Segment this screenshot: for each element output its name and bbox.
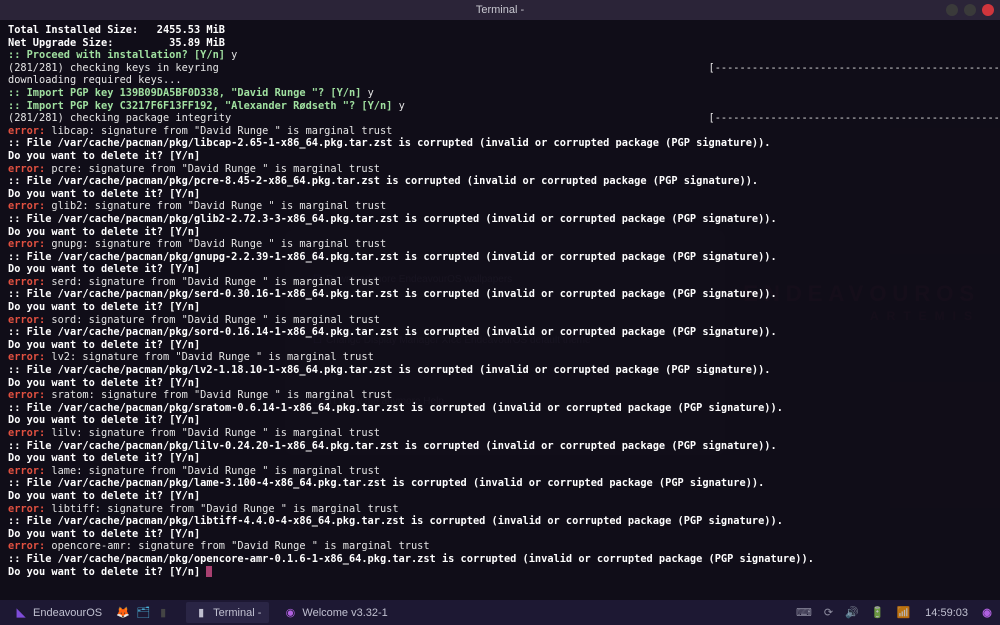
maximize-button[interactable] <box>964 4 976 16</box>
window-title: Terminal - <box>476 4 524 16</box>
updates-icon[interactable]: ⟳ <box>821 606 836 619</box>
terminal-launcher-icon[interactable]: ▮ <box>156 606 170 620</box>
terminal-window: Terminal - Total Installed Size: 2455.53… <box>0 0 1000 600</box>
start-menu[interactable]: ◣ EndeavourOS <box>6 602 110 623</box>
endeavouros-logo-icon: ◣ <box>14 606 28 620</box>
close-button[interactable] <box>982 4 994 16</box>
clock[interactable]: 14:59:03 <box>919 607 974 619</box>
keyboard-layout-icon[interactable]: ⌨ <box>793 606 815 619</box>
task-terminal[interactable]: ▮ Terminal - <box>186 602 269 623</box>
volume-icon[interactable]: 🔊 <box>842 606 862 619</box>
firefox-icon[interactable]: 🦊 <box>116 606 130 620</box>
minimize-button[interactable] <box>946 4 958 16</box>
terminal-task-icon: ▮ <box>194 606 208 620</box>
battery-icon[interactable]: 🔋 <box>868 606 888 619</box>
titlebar[interactable]: Terminal - <box>0 0 1000 20</box>
terminal-output[interactable]: Total Installed Size: 2455.53 MiBNet Upg… <box>0 20 1000 600</box>
task-welcome[interactable]: ◉ Welcome v3.32-1 <box>275 602 395 623</box>
taskbar: ◣ EndeavourOS 🦊 🗂 ▮ ▮ Terminal - ◉ Welco… <box>0 600 1000 625</box>
welcome-task-icon: ◉ <box>283 606 297 620</box>
tray-logo-icon[interactable]: ◉ <box>980 606 994 620</box>
network-icon[interactable]: 📶 <box>893 606 913 619</box>
files-icon[interactable]: 🗂 <box>136 606 150 620</box>
